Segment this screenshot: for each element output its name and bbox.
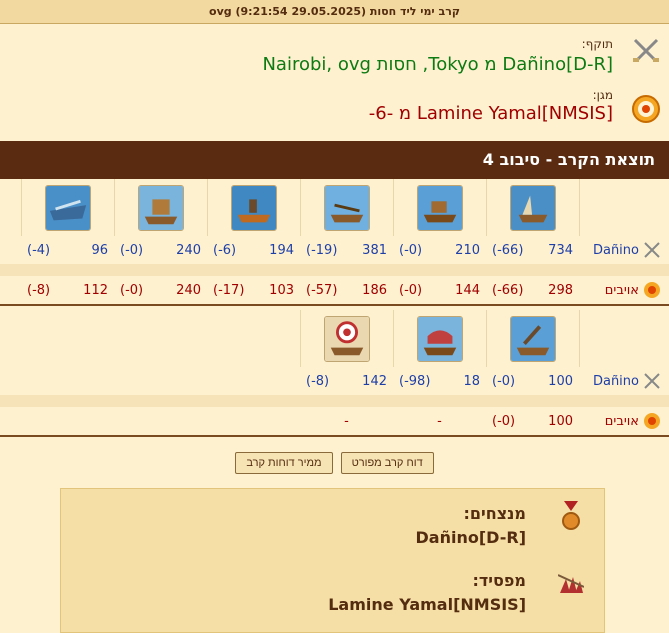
winners-name[interactable]: Dañino[D-R] (416, 528, 527, 547)
winners-block: מנצחים: Dañino[D-R] (64, 501, 584, 561)
unit-loss: (0-) (399, 242, 423, 258)
unit-loss: (8-) (27, 282, 51, 298)
paddle-steamer-icon (45, 184, 91, 231)
unit-count: 18 (463, 373, 480, 389)
enemy-units-row: אויבים 298 (66-) 144 (0-) 186 (57-) 103 (17-… (0, 276, 669, 304)
target-shield-icon (644, 282, 660, 298)
unit-loss: (66-) (492, 282, 524, 298)
report-header: קרב ימי ליד חסות (29.05.2025 9:21:54) ov… (0, 0, 669, 24)
detailed-report-button[interactable]: דוח קרב מפורט (340, 452, 434, 474)
unit-loss: (6-) (213, 242, 237, 258)
unit-icons-row (0, 310, 669, 367)
unit-loss: (0-) (120, 282, 144, 298)
battle-result-title: תוצאת הקרב - סיבוב 4 (0, 141, 669, 179)
attacker-units-row: Dañino 734 (66-) 210 (0-) 381 (19-) 194 (6-)… (0, 236, 669, 264)
steam-ram-icon (138, 184, 184, 231)
defender-section: מגן: Lamine Yamal[NMSIS] מ -6- (0, 82, 669, 140)
attacker-section: תוקף: Dañino[D-R] מ Tokyo, חסות Nairobi,… (0, 24, 669, 82)
unit-loss: (0-) (492, 373, 516, 389)
losers-title: מפסיד: (472, 571, 527, 590)
defender-name[interactable]: Lamine Yamal[NMSIS] מ -6- (369, 103, 613, 124)
unit-count: - (344, 413, 349, 429)
units-table-2: Dañino 100 (0-) 18 (98-) 142 (8-) אויבים 10… (0, 310, 669, 437)
attacker-units-row: Dañino 100 (0-) 18 (98-) 142 (8-) (0, 367, 669, 395)
crossed-swords-icon (633, 38, 659, 62)
winners-title: מנצחים: (463, 504, 526, 523)
catapult-ship-icon (417, 184, 463, 231)
units-table-1: Dañino 734 (66-) 210 (0-) 381 (19-) 194 (6-)… (0, 179, 669, 306)
unit-count: 194 (269, 242, 294, 258)
unit-count: 144 (455, 282, 480, 298)
crossed-swords-icon (644, 242, 660, 258)
enemy-row-label: אויבים (604, 282, 639, 298)
unit-count: 298 (548, 282, 573, 298)
ram-ship-icon (510, 184, 556, 231)
section-divider (0, 304, 669, 306)
unit-loss: (19-) (306, 242, 338, 258)
defender-label: מגן: (592, 88, 613, 102)
unit-count: 103 (269, 282, 294, 298)
unit-count: 100 (548, 413, 573, 429)
unit-count: 240 (176, 242, 201, 258)
unit-loss: (4-) (27, 242, 51, 258)
unit-count: 210 (455, 242, 480, 258)
unit-loss: (98-) (399, 373, 431, 389)
unit-loss: (8-) (306, 373, 330, 389)
unit-count: 186 (362, 282, 387, 298)
attacker-row-label[interactable]: Dañino (593, 374, 639, 389)
attacker-label: תוקף: (581, 37, 613, 51)
row-separator (0, 395, 669, 407)
target-ship-icon (324, 315, 370, 362)
losers-block: מפסיד: Lamine Yamal[NMSIS] (64, 569, 584, 629)
battle-summary: מנצחים: Dañino[D-R] מפסיד: Lamine Yamal[… (60, 488, 605, 633)
ballista-ship-icon (324, 184, 370, 231)
unit-count: 112 (83, 282, 108, 298)
unit-loss: (0-) (120, 242, 144, 258)
enemy-units-row: אויבים 100 (0-) - - (0, 407, 669, 435)
attacker-row-label[interactable]: Dañino (593, 243, 639, 258)
defeated-army-icon (558, 574, 584, 593)
unit-count: - (437, 413, 442, 429)
unit-count: 100 (548, 373, 573, 389)
crossed-swords-icon (644, 373, 660, 389)
unit-loss: (17-) (213, 282, 245, 298)
target-shield-icon (632, 95, 660, 123)
unit-count: 381 (362, 242, 387, 258)
medal-icon (562, 501, 580, 530)
unit-count: 734 (548, 242, 573, 258)
unit-loss: (0-) (492, 413, 516, 429)
unit-loss: (57-) (306, 282, 338, 298)
unit-loss: (0-) (399, 282, 423, 298)
unit-count: 142 (362, 373, 387, 389)
enemy-row-label: אויבים (604, 413, 639, 429)
unit-count: 240 (176, 282, 201, 298)
report-converter-button[interactable]: ממיר דוחות קרב (235, 452, 333, 474)
fire-ship-icon (231, 184, 277, 231)
unit-loss: (66-) (492, 242, 524, 258)
unit-count: 96 (91, 242, 108, 258)
mortar-ship-icon (510, 315, 556, 362)
losers-name[interactable]: Lamine Yamal[NMSIS] (328, 595, 526, 614)
section-divider (0, 435, 669, 437)
target-shield-icon (644, 413, 660, 429)
attacker-name[interactable]: Dañino[D-R] מ Tokyo, חסות Nairobi, ovg (262, 54, 613, 75)
rocket-ship-icon (417, 315, 463, 362)
row-separator (0, 264, 669, 276)
report-buttons: דוח קרב מפורט ממיר דוחות קרב (0, 452, 669, 474)
unit-icons-row (0, 179, 669, 236)
